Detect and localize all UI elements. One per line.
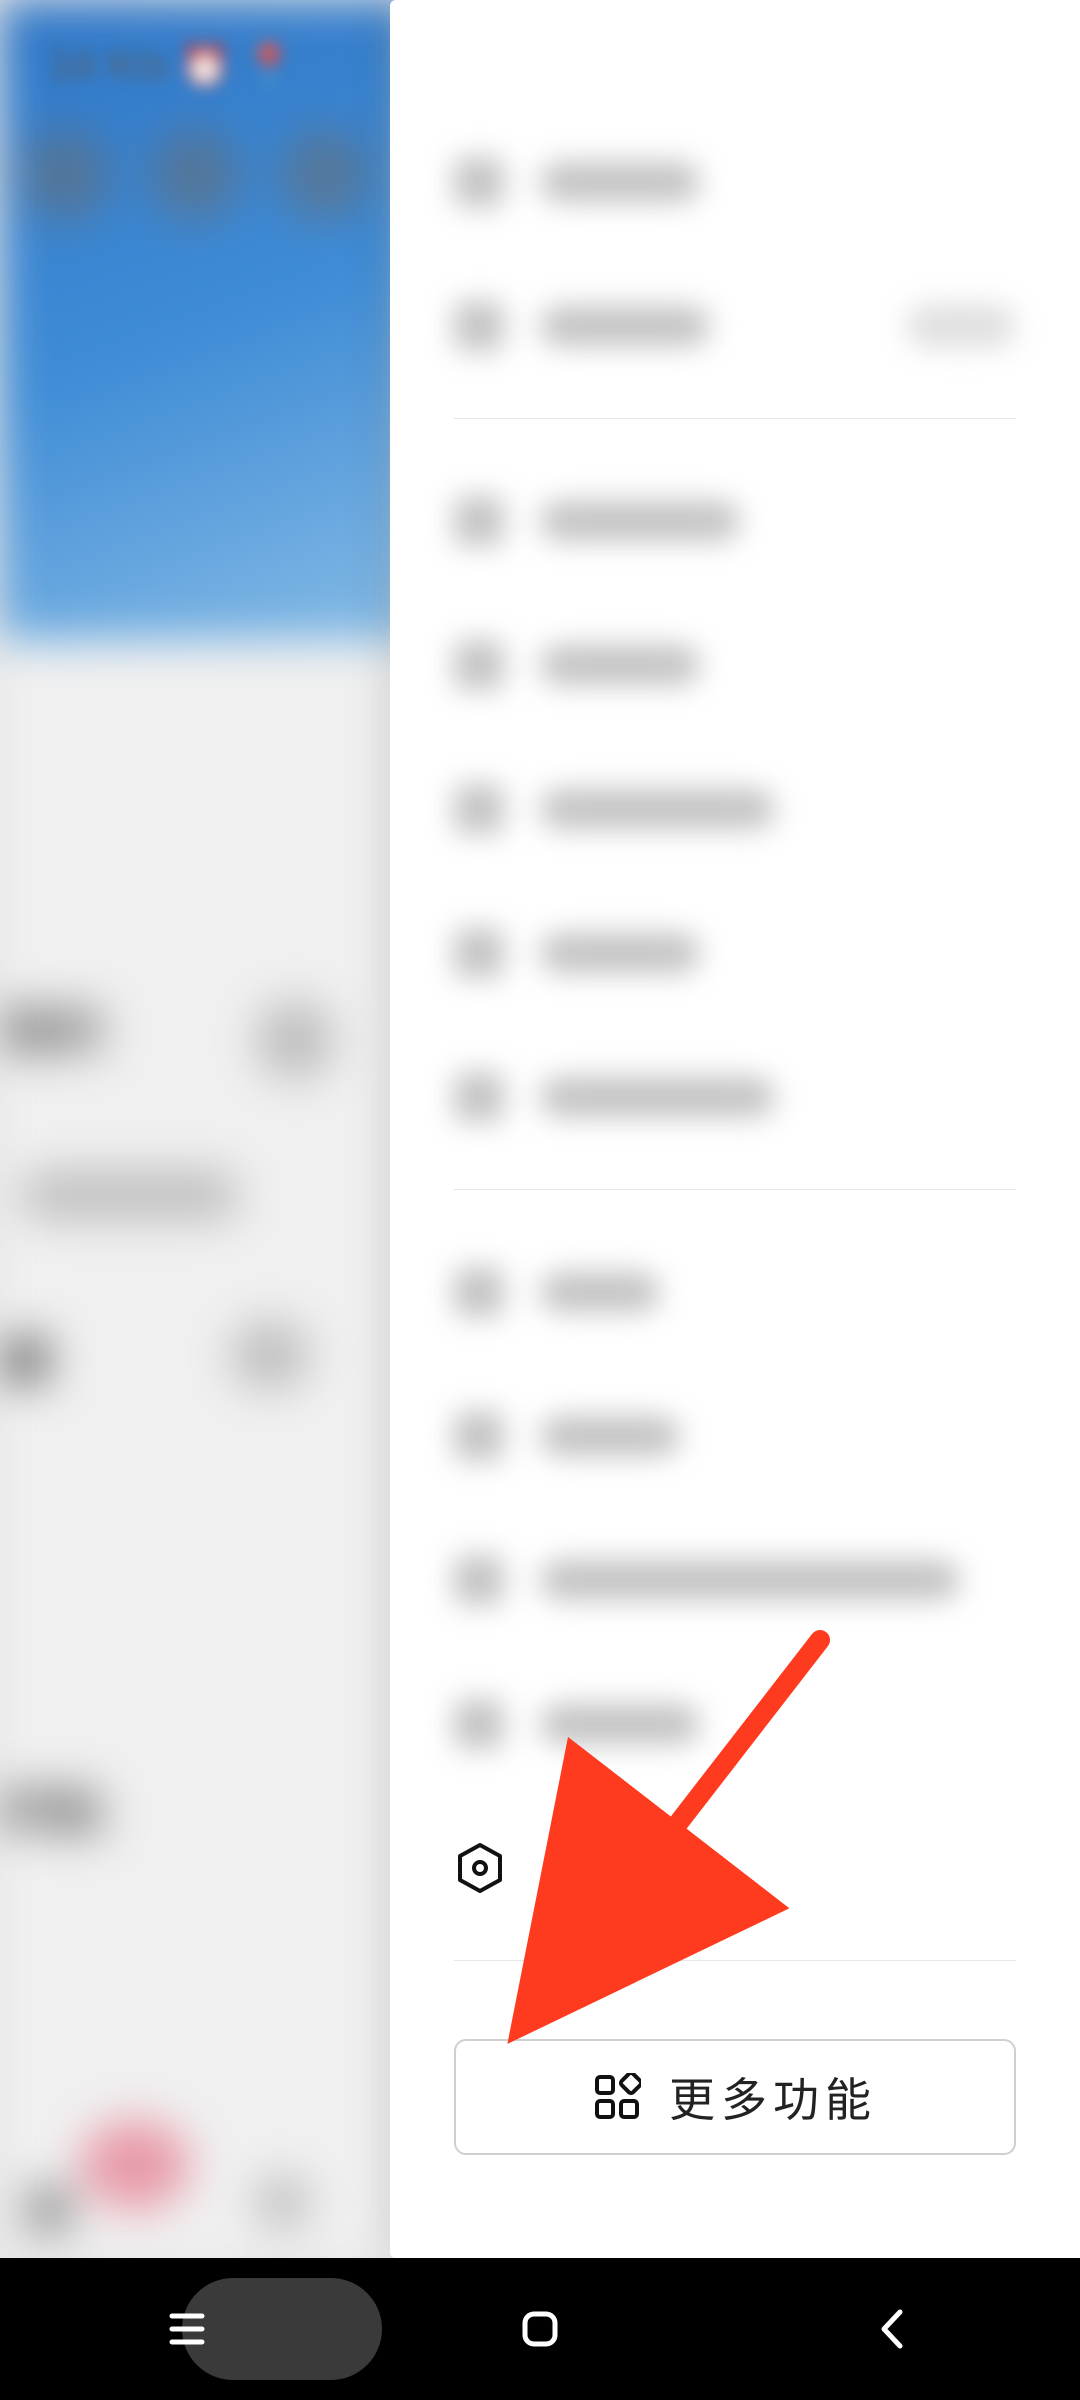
- more-functions-label: 更多功能: [669, 2064, 877, 2130]
- menu-item-icon: [454, 784, 504, 834]
- menu-item-icon: [454, 928, 504, 978]
- menu-item-icon: [454, 301, 504, 351]
- bg-text: 消: [20, 2170, 72, 2245]
- menu-item-label: [540, 501, 740, 541]
- menu-item-label: [540, 1077, 775, 1117]
- side-drawer: 设置 更多功能: [390, 0, 1080, 2258]
- screen: 我的 藏 的贴 消 14 K/s ⏰ 📍 Sat 5 ▮▮: [0, 0, 1080, 2400]
- location-icon: 📍: [244, 42, 294, 89]
- settings-icon: [454, 1842, 506, 1894]
- menu-item-label: [540, 162, 700, 202]
- bg-text: 的贴: [0, 1770, 104, 1845]
- menu-item-label: [540, 789, 775, 829]
- menu-item-label: [540, 1416, 680, 1456]
- menu-item-settings[interactable]: 设置: [454, 1796, 1016, 1940]
- menu-item-icon: [454, 157, 504, 207]
- menu-item[interactable]: [454, 110, 1016, 254]
- menu-item-icon: [454, 1072, 504, 1122]
- apps-grid-icon: [593, 2073, 641, 2121]
- nav-home-button[interactable]: [515, 2304, 565, 2354]
- menu-item-label: [540, 933, 700, 973]
- menu-item[interactable]: [454, 737, 1016, 881]
- nav-recents-highlight: [182, 2278, 382, 2380]
- more-functions-button[interactable]: 更多功能: [454, 2039, 1016, 2155]
- menu-item[interactable]: [454, 1652, 1016, 1796]
- menu-item[interactable]: [454, 593, 1016, 737]
- menu-item-icon: [454, 1699, 504, 1749]
- menu-item-label: [540, 1560, 960, 1600]
- menu-item-icon: [454, 1411, 504, 1461]
- nav-recents-button[interactable]: [162, 2304, 212, 2354]
- menu-item-settings-label: 设置: [542, 1835, 634, 1901]
- menu-item-label: [540, 1704, 700, 1744]
- alarm-icon: ⏰: [180, 42, 230, 89]
- menu-item-badge: [906, 304, 1016, 348]
- status-speed: K/s: [109, 43, 167, 88]
- menu-item-label: [540, 645, 700, 685]
- menu-item-label: [540, 1272, 660, 1312]
- bg-text: 藏: [0, 1320, 52, 1395]
- menu-item[interactable]: [454, 254, 1016, 398]
- menu-item-icon: [454, 640, 504, 690]
- menu-item-icon: [454, 1555, 504, 1605]
- menu-item[interactable]: [454, 1025, 1016, 1169]
- divider: [454, 1189, 1016, 1190]
- menu-item[interactable]: [454, 1508, 1016, 1652]
- divider: [454, 1960, 1016, 1961]
- menu-item-icon: [454, 1267, 504, 1317]
- menu-item[interactable]: [454, 449, 1016, 593]
- system-nav-bar: [0, 2258, 1080, 2400]
- bg-text: 我的: [0, 990, 104, 1065]
- menu-item[interactable]: [454, 881, 1016, 1025]
- menu-item-icon: [454, 496, 504, 546]
- menu-item[interactable]: [454, 1364, 1016, 1508]
- status-time: 14: [50, 43, 95, 88]
- menu-item[interactable]: [454, 1220, 1016, 1364]
- divider: [454, 418, 1016, 419]
- menu-item-label: [540, 306, 710, 346]
- nav-back-button[interactable]: [868, 2304, 918, 2354]
